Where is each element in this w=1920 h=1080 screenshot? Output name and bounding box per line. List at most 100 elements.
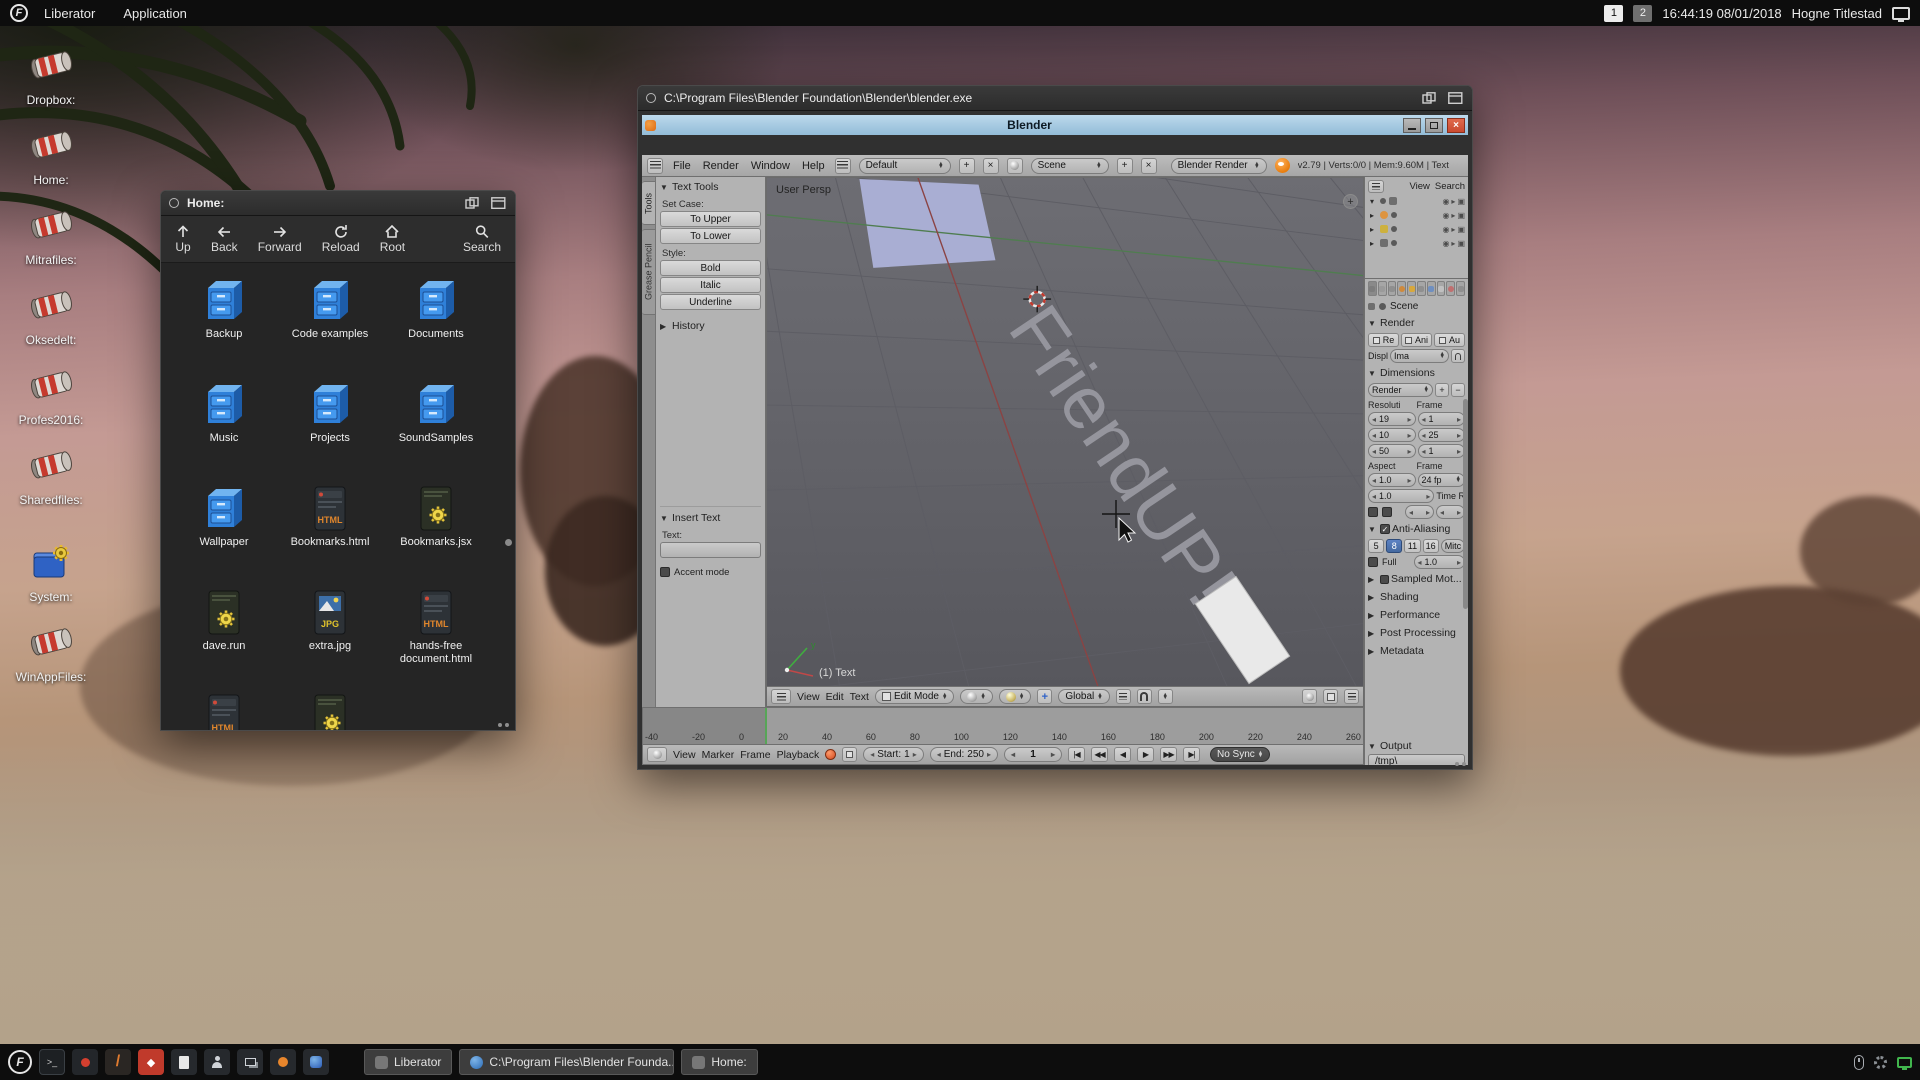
frame-end-field[interactable]: ◂25▸ xyxy=(1418,428,1466,442)
output-path-field[interactable]: /tmp\ xyxy=(1368,754,1465,765)
task-blender[interactable]: C:\Program Files\Blender Founda... xyxy=(459,1049,674,1075)
panel-metadata[interactable]: ▶Metadata xyxy=(1368,643,1465,659)
file-item-code-examples[interactable]: Code examples xyxy=(277,277,383,369)
panel-performance[interactable]: ▶Performance xyxy=(1368,607,1465,623)
editor-type-button[interactable] xyxy=(771,689,791,704)
duplicate-window-icon[interactable] xyxy=(463,196,481,210)
file-item-soundsamples[interactable]: SoundSamples xyxy=(383,381,489,473)
dock-displays-icon[interactable] xyxy=(237,1049,263,1075)
dock-capture-icon[interactable] xyxy=(72,1049,98,1075)
file-item-music[interactable]: Music xyxy=(171,381,277,473)
viewport-menu-text[interactable]: Text xyxy=(850,691,869,703)
tray-settings-icon[interactable] xyxy=(1874,1056,1887,1069)
mode-selector[interactable]: Edit Mode ▲▼ xyxy=(875,689,954,704)
window-menu-icon[interactable] xyxy=(169,198,179,208)
panel-history[interactable]: ▶History xyxy=(660,318,761,334)
window-resize-grip[interactable] xyxy=(1455,762,1466,766)
underline-button[interactable]: Underline xyxy=(660,294,761,310)
autokey-button[interactable] xyxy=(842,747,857,762)
proportional-edit-button[interactable] xyxy=(1302,689,1317,704)
snap-magnet-button[interactable] xyxy=(1137,689,1152,704)
resolution-x-field[interactable]: ◂19▸ xyxy=(1368,412,1416,426)
menu-file[interactable]: File xyxy=(671,160,693,172)
workspace-1-button[interactable]: 1 xyxy=(1604,5,1623,22)
accent-mode-checkbox[interactable] xyxy=(660,567,670,577)
dock-apps-icon[interactable] xyxy=(303,1049,329,1075)
orientation-selector[interactable]: Global ▲▼ xyxy=(1058,689,1109,704)
timeline-menu-frame[interactable]: Frame xyxy=(740,749,770,761)
tab-world[interactable] xyxy=(1397,281,1406,296)
viewport-canvas[interactable]: FriendUP! User Persp y (1) Text + xyxy=(767,178,1363,686)
scene-delete-button[interactable]: × xyxy=(1141,158,1157,174)
desktop-icon-mitrafiles[interactable]: Mitrafiles: xyxy=(8,204,94,267)
menu-help[interactable]: Help xyxy=(800,160,827,172)
file-item-bookmarks-html[interactable]: Bookmarks.html xyxy=(277,485,383,577)
time-remap-old-field[interactable]: ◂▸ xyxy=(1405,505,1434,519)
layout-add-button[interactable]: + xyxy=(959,158,975,174)
record-button[interactable] xyxy=(825,749,836,760)
render-audio-button[interactable]: Au xyxy=(1434,333,1465,347)
window-titlebar[interactable]: C:\Program Files\Blender Foundation\Blen… xyxy=(638,86,1472,111)
jump-to-end-button[interactable]: ▶| xyxy=(1183,747,1200,762)
panel-dimensions[interactable]: ▼Dimensions xyxy=(1368,365,1465,381)
window-view-icon[interactable] xyxy=(1446,91,1464,105)
editor-type-button[interactable] xyxy=(1368,180,1384,193)
next-keyframe-button[interactable]: ▶▶ xyxy=(1160,747,1177,762)
aa-size-field[interactable]: ◂1.0▸ xyxy=(1414,555,1466,569)
border-checkbox[interactable] xyxy=(1368,507,1378,517)
timeline-ruler[interactable]: -40-200204060801001201401601802002202402… xyxy=(642,707,1364,745)
snap-element-button[interactable]: ▲▼ xyxy=(1158,689,1173,704)
display-mode-selector[interactable]: Ima ▲▼ xyxy=(1390,349,1449,363)
panel-anti-aliasing[interactable]: ▼ ✓ Anti-Aliasing xyxy=(1368,521,1465,537)
minimize-button[interactable] xyxy=(1403,118,1421,133)
timeline-menu-marker[interactable]: Marker xyxy=(702,749,735,761)
pivot-selector[interactable]: ▲▼ xyxy=(999,689,1031,704)
fps-field[interactable]: 24 fp▲▼ xyxy=(1418,473,1466,487)
tab-object[interactable] xyxy=(1407,281,1416,296)
file-item-partial[interactable] xyxy=(277,693,383,730)
timeline-menu-playback[interactable]: Playback xyxy=(777,749,820,761)
file-item-dave-run[interactable]: dave.run xyxy=(171,589,277,681)
to-lower-button[interactable]: To Lower xyxy=(660,228,761,244)
file-item-documents[interactable]: Documents xyxy=(383,277,489,369)
file-item-wallpaper[interactable]: Wallpaper xyxy=(171,485,277,577)
desktop-icon-dropbox[interactable]: Dropbox: xyxy=(8,44,94,107)
outliner-row[interactable]: ▸ ◉▸▣ xyxy=(1368,236,1465,250)
jump-to-start-button[interactable]: |◀ xyxy=(1068,747,1085,762)
reload-button[interactable]: Reload xyxy=(322,224,360,254)
resolution-percent-field[interactable]: ◂50▸ xyxy=(1368,444,1416,458)
render-anim-button[interactable] xyxy=(1344,689,1359,704)
preset-add-button[interactable]: + xyxy=(1435,383,1449,397)
task-liberator[interactable]: Liberator xyxy=(364,1049,452,1075)
full-sample-checkbox[interactable] xyxy=(1368,557,1378,567)
outliner-row[interactable]: ▸ ◉▸▣ xyxy=(1368,222,1465,236)
prev-keyframe-button[interactable]: ◀◀ xyxy=(1091,747,1108,762)
scene-selector[interactable]: Scene ▲▼ xyxy=(1031,158,1109,174)
file-item-backup[interactable]: Backup xyxy=(171,277,277,369)
render-opengl-button[interactable] xyxy=(1323,689,1338,704)
tab-scene[interactable] xyxy=(1388,281,1397,296)
tray-mouse-icon[interactable] xyxy=(1854,1055,1864,1070)
dock-media-icon[interactable] xyxy=(270,1049,296,1075)
aa-filter-selector[interactable]: Mitc ▲▼ xyxy=(1441,539,1465,553)
panel-sampled-motion-blur[interactable]: ▶ Sampled Mot... xyxy=(1368,571,1465,587)
editor-type-button[interactable] xyxy=(647,158,663,174)
screens-icon[interactable] xyxy=(1892,7,1910,20)
sync-mode-selector[interactable]: No Sync ▲▼ xyxy=(1210,747,1270,762)
menu-application[interactable]: Application xyxy=(111,6,199,21)
root-button[interactable]: Root xyxy=(380,224,405,254)
layout-delete-button[interactable]: × xyxy=(983,158,999,174)
file-item-projects[interactable]: Projects xyxy=(277,381,383,473)
motion-blur-checkbox[interactable] xyxy=(1380,575,1389,584)
forward-button[interactable]: Forward xyxy=(258,224,302,254)
window-menu-icon[interactable] xyxy=(646,93,656,103)
dimensions-preset-selector[interactable]: Render ▲▼ xyxy=(1368,383,1433,397)
window-resize-grip[interactable] xyxy=(498,723,509,727)
insert-text-input[interactable] xyxy=(660,542,761,558)
dock-editor-icon[interactable] xyxy=(171,1049,197,1075)
properties-region-expand-button[interactable]: + xyxy=(1343,194,1358,209)
panel-insert-text[interactable]: ▼Insert Text xyxy=(660,510,761,526)
outliner-row[interactable]: ▸ ◉▸▣ xyxy=(1368,208,1465,222)
scene-browse-button[interactable] xyxy=(1007,158,1023,174)
outliner-menu-search[interactable]: Search xyxy=(1435,181,1465,192)
